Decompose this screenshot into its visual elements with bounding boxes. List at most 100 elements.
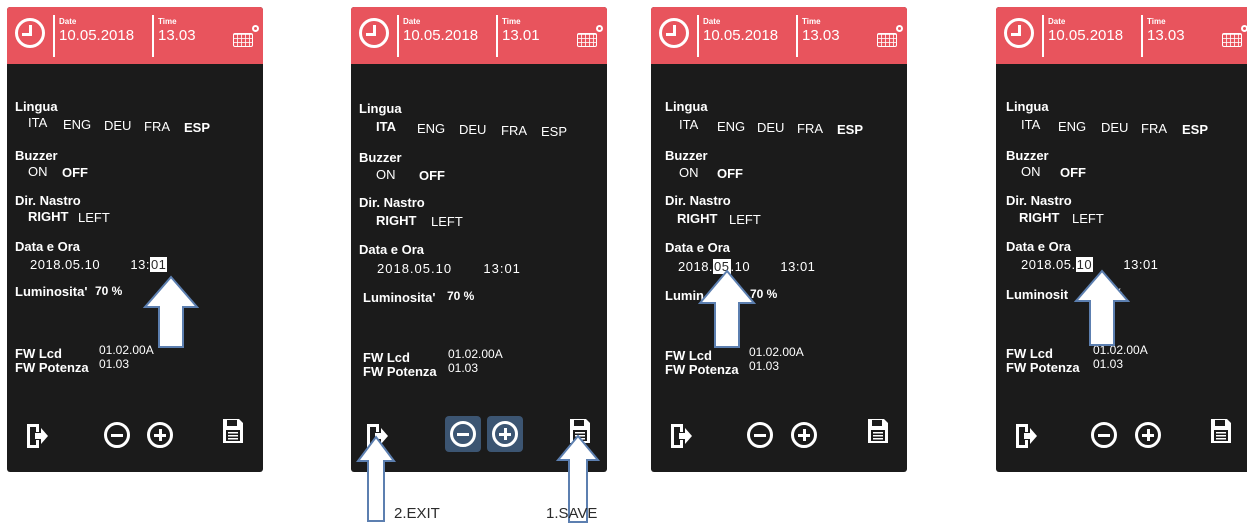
date-value[interactable]: 10.05.2018 (1048, 27, 1123, 44)
fw-potenza-value: 01.03 (99, 357, 130, 371)
buzzer-off[interactable]: OFF (62, 165, 88, 180)
month-field[interactable]: 05 (415, 261, 431, 276)
save-icon[interactable] (867, 418, 889, 444)
clock-icon[interactable] (359, 18, 389, 48)
buzzer-on[interactable]: ON (679, 165, 699, 180)
time-label: Time (802, 17, 821, 26)
bottom-toolbar (7, 412, 263, 472)
time-value[interactable]: 13.03 (158, 27, 196, 44)
lang-fra[interactable]: FRA (144, 119, 170, 134)
plus-button[interactable] (147, 422, 173, 448)
fw-potenza-label: FW Potenza (15, 360, 89, 375)
lang-ita[interactable]: ITA (376, 119, 396, 134)
save-icon[interactable] (1210, 418, 1232, 444)
lang-esp[interactable]: ESP (837, 122, 863, 137)
minus-button[interactable] (747, 422, 773, 448)
nastro-right[interactable]: RIGHT (376, 213, 416, 228)
minute-field-selected[interactable]: 01 (149, 257, 168, 272)
time-label: Time (502, 17, 521, 26)
nastro-left[interactable]: LEFT (729, 212, 761, 227)
time-value[interactable]: 13.03 (1147, 27, 1185, 44)
lang-ita[interactable]: ITA (1021, 117, 1040, 132)
save-icon[interactable] (222, 418, 244, 444)
lang-fra[interactable]: FRA (501, 123, 527, 138)
nastro-left[interactable]: LEFT (1072, 211, 1104, 226)
plus-button[interactable] (791, 422, 817, 448)
month-field[interactable]: 05 (1056, 257, 1071, 272)
lang-ita[interactable]: ITA (28, 115, 47, 130)
minute-field[interactable]: 01 (800, 259, 815, 274)
clock-icon[interactable] (15, 18, 45, 48)
keyboard-icon[interactable] (577, 25, 603, 47)
data-ora-title: Data e Ora (359, 242, 425, 257)
nastro-right[interactable]: RIGHT (1019, 210, 1059, 225)
year-field[interactable]: 2018 (1021, 257, 1052, 272)
minus-button[interactable] (104, 422, 130, 448)
plus-button[interactable] (492, 421, 518, 447)
buzzer-on[interactable]: ON (376, 167, 396, 182)
lingua-title: Lingua (665, 99, 708, 114)
luminosita-label: Luminosit (1006, 287, 1069, 302)
lang-eng[interactable]: ENG (1058, 119, 1086, 134)
buzzer-off[interactable]: OFF (1060, 165, 1086, 180)
data-ora-title: Data e Ora (15, 239, 81, 254)
time-value[interactable]: 13.01 (502, 27, 540, 44)
keyboard-icon[interactable] (233, 25, 259, 47)
lang-ita[interactable]: ITA (679, 117, 698, 132)
time-value[interactable]: 13.03 (802, 27, 840, 44)
lang-deu[interactable]: DEU (459, 122, 486, 137)
year-field[interactable]: 2018 (30, 257, 61, 272)
fw-potenza-value: 01.03 (448, 361, 479, 375)
hour-field[interactable]: 13 (780, 259, 795, 274)
minus-button[interactable] (1091, 422, 1117, 448)
minute-field[interactable]: 01 (1143, 257, 1158, 272)
lang-eng[interactable]: ENG (717, 119, 745, 134)
lang-fra[interactable]: FRA (1141, 121, 1167, 136)
lang-fra[interactable]: FRA (797, 121, 823, 136)
month-field[interactable]: 05 (65, 257, 80, 272)
fw-potenza-label: FW Potenza (1006, 360, 1080, 375)
minus-button[interactable] (450, 421, 476, 447)
exit-icon[interactable] (1014, 422, 1038, 450)
divider (496, 15, 498, 57)
lang-esp[interactable]: ESP (541, 124, 567, 139)
lang-esp[interactable]: ESP (184, 120, 210, 135)
day-field[interactable]: 10 (85, 257, 100, 272)
date-value[interactable]: 10.05.2018 (59, 27, 134, 44)
exit-icon[interactable] (669, 422, 693, 450)
buzzer-on[interactable]: ON (1021, 164, 1041, 179)
keyboard-icon[interactable] (1222, 25, 1247, 47)
lang-deu[interactable]: DEU (104, 118, 131, 133)
clock-icon[interactable] (1004, 18, 1034, 48)
clock-icon[interactable] (659, 18, 689, 48)
nastro-right[interactable]: RIGHT (28, 209, 68, 224)
fw-potenza-label: FW Potenza (363, 364, 437, 379)
day-field[interactable]: 10 (436, 261, 452, 276)
luminosita-value[interactable]: 70 % (95, 284, 122, 298)
keyboard-icon[interactable] (877, 25, 903, 47)
nastro-left[interactable]: LEFT (78, 210, 110, 225)
up-arrow-icon (143, 275, 199, 348)
nastro-left[interactable]: LEFT (431, 214, 463, 229)
fw-potenza-value: 01.03 (1093, 357, 1124, 371)
date-value[interactable]: 10.05.2018 (703, 27, 778, 44)
exit-icon[interactable] (25, 422, 49, 450)
hour-field[interactable]: 13 (483, 261, 499, 276)
buzzer-off[interactable]: OFF (717, 166, 743, 181)
header-bar: Date 10.05.2018 Time 13.03 (651, 7, 907, 64)
nastro-right[interactable]: RIGHT (677, 211, 717, 226)
plus-button[interactable] (1135, 422, 1161, 448)
lang-deu[interactable]: DEU (1101, 120, 1128, 135)
divider (796, 15, 798, 57)
lang-eng[interactable]: ENG (63, 117, 91, 132)
lang-deu[interactable]: DEU (757, 120, 784, 135)
minute-field[interactable]: 01 (504, 261, 520, 276)
hour-field[interactable]: 13 (130, 257, 145, 272)
buzzer-on[interactable]: ON (28, 164, 48, 179)
date-value[interactable]: 10.05.2018 (403, 27, 478, 44)
lang-eng[interactable]: ENG (417, 121, 445, 136)
year-field[interactable]: 2018 (377, 261, 410, 276)
luminosita-value[interactable]: 70 % (447, 289, 474, 303)
buzzer-off[interactable]: OFF (419, 168, 445, 183)
lang-esp[interactable]: ESP (1182, 122, 1208, 137)
